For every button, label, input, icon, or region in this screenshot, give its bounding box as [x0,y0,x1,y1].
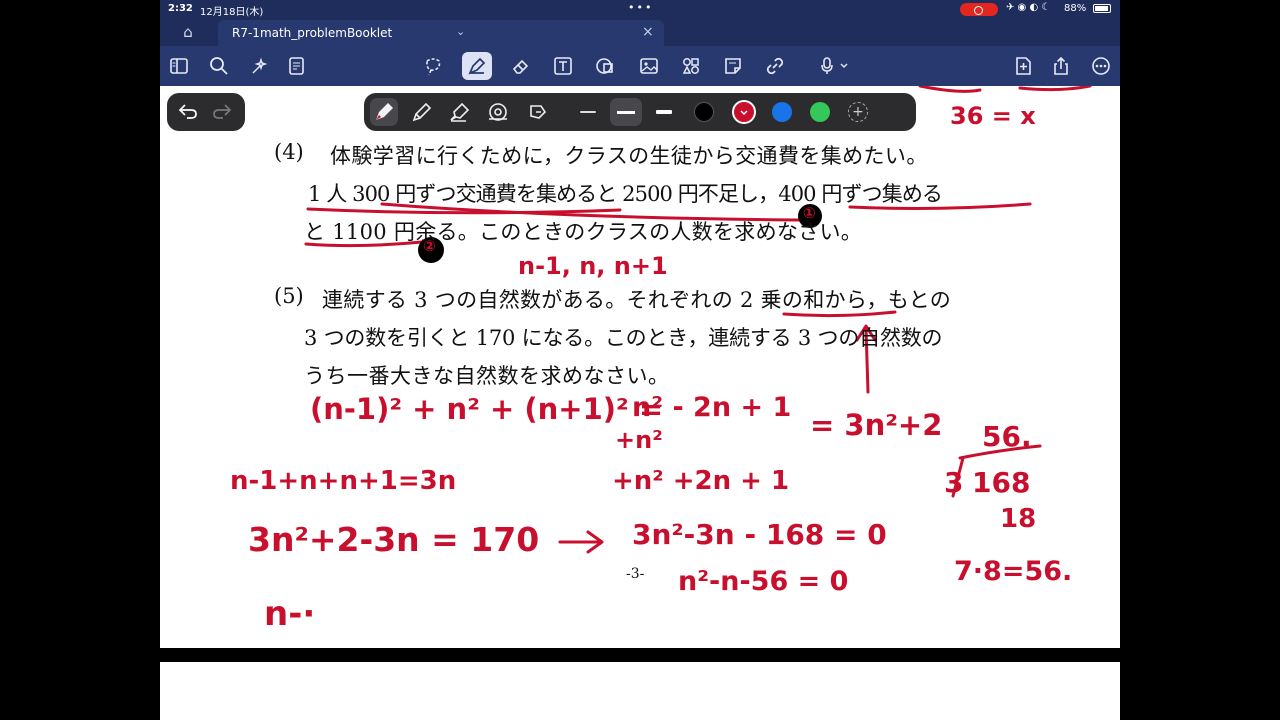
hw-eq1: 3n²+2-3n = 170 [248,520,540,559]
hw-expansion-r1: n² - 2n + 1 [632,392,792,423]
page-bottom-bar [160,648,1120,662]
document-page[interactable]: (4) 体験学習に行くために，クラスの生徒から交通費を集めたい。 1 人 300… [160,86,1120,648]
hw-circle-2: ② [423,237,436,255]
system-status-icons: ✈ ◉ ◐ ☾ [1006,2,1051,13]
hw-expansion-r2: +n² [615,426,663,454]
q5-line1: 連続する 3 つの自然数がある。それぞれの 2 乗の和から，もとの [322,288,952,312]
stroke-thick-option[interactable] [656,110,672,114]
screen-recording-icon[interactable] [960,3,998,16]
undo-icon[interactable] [177,101,201,123]
hw-expansion-r3: +n² +2n + 1 [612,466,790,496]
note-icon[interactable] [718,52,748,80]
document-tab[interactable]: R7-1math_problemBooklet ⌄ × [218,20,664,46]
status-time: 2:32 [168,3,193,14]
status-bar: 2:32 12月18日(木) ••• ✈ ◉ ◐ ☾ 88% [160,0,1120,18]
hw-n-partial: n-· [264,594,316,634]
q4-line1: 体験学習に行くために，クラスの生徒から交通費を集めたい。 [330,144,928,168]
hw-division-quotient: 56. [982,420,1032,453]
shape-pen-icon[interactable] [484,98,512,126]
close-tab-icon[interactable]: × [642,24,654,40]
hw-eq2: 3n²-3n - 168 = 0 [632,518,887,551]
q4-line3: と 1100 円余る。このときのクラスの人数を求めなさい。 [304,220,863,244]
color-green-option[interactable] [810,102,830,122]
hw-product: 7·8=56. [954,556,1073,587]
page-number: -3- [626,566,645,582]
tab-bar: ⌂ R7-1math_problemBooklet ⌄ × [160,18,1120,46]
stroke-thin-option[interactable] [580,111,596,113]
sparkle-icon[interactable] [244,52,274,80]
hw-division-divisor: 3 [944,466,964,499]
q5-number: (5) [274,284,304,308]
pen-palette: + [364,93,916,131]
hw-eq3: n²-n-56 = 0 [678,566,849,597]
pen-icon[interactable] [462,52,492,80]
q4-number: (4) [274,140,304,164]
mic-icon[interactable] [814,52,858,80]
sidebar-icon[interactable] [164,52,194,80]
lasso-pen-icon[interactable] [524,98,552,126]
sticker-icon[interactable] [676,52,706,80]
chevron-down-icon[interactable]: ⌄ [456,25,465,38]
fountain-pen-icon[interactable] [370,98,398,126]
color-blue-option[interactable] [772,102,792,122]
hw-result: = 3n²+2 [810,408,943,442]
outline-icon[interactable] [282,52,312,80]
color-red-selected-option[interactable] [732,100,756,124]
hw-circle-1: ① [803,204,816,222]
link-icon[interactable] [760,52,790,80]
hw-top-right: 36 = x [950,102,1036,130]
ipad-screen: 2:32 12月18日(木) ••• ✈ ◉ ◐ ☾ 88% ⌂ R7-1mat… [160,0,1120,720]
add-color-icon[interactable]: + [848,102,868,122]
document-tab-title: R7-1math_problemBooklet [232,26,393,40]
search-icon[interactable] [204,52,234,80]
status-date: 12月18日(木) [200,7,264,18]
hw-sequence: n-1, n, n+1 [518,252,668,280]
stroke-medium-option[interactable] [610,98,642,126]
hw-division-dividend: 168 [972,466,1031,499]
multitask-dots-icon[interactable]: ••• [628,1,653,14]
toolbar [160,46,1120,86]
image-icon[interactable] [634,52,664,80]
more-icon[interactable] [1086,52,1116,80]
eraser-icon[interactable] [506,52,536,80]
battery-percent: 88% [1064,3,1087,14]
redo-icon[interactable] [211,101,235,123]
share-icon[interactable] [1046,52,1076,80]
shapes-icon[interactable] [590,52,620,80]
color-black-option[interactable] [694,102,714,122]
ballpoint-pen-icon[interactable] [408,98,436,126]
highlighter-icon[interactable] [446,98,474,126]
add-page-icon[interactable] [1008,52,1038,80]
q5-line2: 3 つの数を引くと 170 になる。このとき，連続する 3 つの自然数の [304,326,943,350]
undo-redo-panel [167,93,245,131]
textbox-icon[interactable] [548,52,578,80]
hw-expansion-left: (n-1)² + n² + (n+1)² = [310,392,664,426]
lasso-icon[interactable] [418,52,448,80]
hw-sum: n-1+n+n+1=3n [230,466,457,496]
next-page-area[interactable] [160,662,1120,720]
hw-division-sub: 18 [1000,504,1037,534]
home-icon[interactable]: ⌂ [174,21,202,43]
battery-icon [1093,4,1111,13]
q5-line3: うち一番大きな自然数を求めなさい。 [304,364,670,388]
q4-line2: 1 人 300 円ずつ交通費を集めると 2500 円不足し，400 円ずつ集める [308,182,943,206]
